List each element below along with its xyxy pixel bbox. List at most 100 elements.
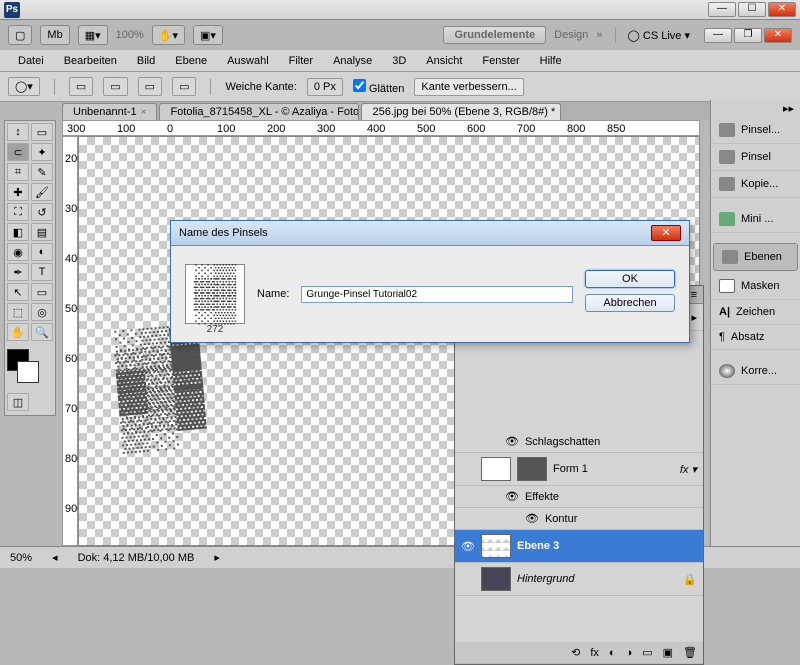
zoom-level[interactable]: 100% bbox=[116, 29, 144, 41]
para-icon: ¶ bbox=[719, 331, 725, 343]
chevron-right-icon[interactable]: ▸ bbox=[691, 311, 697, 324]
menu-auswahl[interactable]: Auswahl bbox=[219, 53, 277, 69]
link-icon[interactable]: ⟲ bbox=[571, 646, 580, 659]
shape-tool[interactable]: ▭ bbox=[31, 283, 53, 301]
dock-minibridge[interactable]: Mini ... bbox=[711, 206, 800, 233]
type-tool[interactable]: T bbox=[31, 263, 53, 281]
screenmode-icon[interactable]: ▣▾ bbox=[193, 25, 223, 45]
path-tool[interactable]: ↖ bbox=[7, 283, 29, 301]
doc-restore-button[interactable]: ❐ bbox=[734, 28, 762, 43]
menu-hilfe[interactable]: Hilfe bbox=[532, 53, 570, 69]
appframe-home-icon[interactable]: ▢ bbox=[8, 25, 32, 45]
tab-fotolia[interactable]: Fotolia_8715458_XL - © Azaliya - Fotolia… bbox=[159, 103, 359, 120]
quickmask-tool[interactable]: ◫ bbox=[7, 393, 29, 411]
stamp-tool[interactable]: ⛶ bbox=[7, 203, 29, 221]
close-icon[interactable]: × bbox=[141, 107, 147, 118]
selection-intersect-icon[interactable]: ▭ bbox=[172, 77, 196, 96]
menu-bild[interactable]: Bild bbox=[129, 53, 163, 69]
menu-filter[interactable]: Filter bbox=[281, 53, 321, 69]
workspace-essentials-button[interactable]: Grundelemente bbox=[443, 26, 546, 44]
move-tool[interactable]: ↕ bbox=[7, 123, 29, 141]
refine-edge-button[interactable]: Kante verbessern... bbox=[414, 78, 523, 96]
3d-cam-tool[interactable]: ◎ bbox=[31, 303, 53, 321]
dock-ebenen[interactable]: Ebenen bbox=[713, 243, 798, 271]
eye-icon[interactable]: 👁 bbox=[505, 490, 519, 503]
hand-icon[interactable]: ✋▾ bbox=[152, 25, 185, 45]
workspace-design-button[interactable]: Design bbox=[554, 29, 588, 41]
ok-button[interactable]: OK bbox=[585, 270, 675, 288]
menu-ansicht[interactable]: Ansicht bbox=[418, 53, 470, 69]
eye-icon[interactable]: 👁 bbox=[461, 540, 475, 553]
cancel-button[interactable]: Abbrechen bbox=[585, 294, 675, 312]
dialog-close-button[interactable]: ✕ bbox=[651, 225, 681, 241]
menu-ebene[interactable]: Ebene bbox=[167, 53, 215, 69]
doc-minimize-button[interactable]: — bbox=[704, 28, 732, 43]
brush-tool[interactable]: 🖌 bbox=[31, 183, 53, 201]
tab-unbenannt[interactable]: Unbenannt-1× bbox=[62, 103, 157, 120]
mask-icon[interactable]: ◐ bbox=[609, 647, 616, 659]
eye-icon[interactable]: 👁 bbox=[505, 435, 519, 448]
menu-fenster[interactable]: Fenster bbox=[474, 53, 527, 69]
layer-ebene3[interactable]: 👁 Ebene 3 bbox=[455, 530, 703, 563]
menu-3d[interactable]: 3D bbox=[384, 53, 414, 69]
layer-form1[interactable]: Form 1 fx ▾ bbox=[455, 453, 703, 486]
effect-kontur[interactable]: Kontur bbox=[545, 513, 577, 525]
antialias-checkbox[interactable]: Glätten bbox=[353, 79, 405, 95]
dock-masken[interactable]: Masken bbox=[711, 273, 800, 300]
history-brush-tool[interactable]: ↺ bbox=[31, 203, 53, 221]
chevron-right-icon[interactable]: ▸ bbox=[214, 551, 220, 564]
tab-256jpg[interactable]: 256.jpg bei 50% (Ebene 3, RGB/8#) *× bbox=[361, 103, 561, 120]
cslive-button[interactable]: CS Live bbox=[643, 30, 682, 42]
horizontal-ruler: 300100 0100 200300 400500 600700 800850 bbox=[62, 120, 700, 136]
new-layer-icon[interactable]: ▣ bbox=[663, 646, 673, 659]
heal-tool[interactable]: ✚ bbox=[7, 183, 29, 201]
menu-datei[interactable]: Datei bbox=[10, 53, 52, 69]
fx-icon[interactable]: fx bbox=[590, 647, 599, 659]
minimize-button[interactable]: — bbox=[708, 2, 736, 17]
hand-tool[interactable]: ✋ bbox=[7, 323, 29, 341]
chevron-left-icon[interactable]: ◂ bbox=[52, 551, 58, 564]
maximize-button[interactable]: ☐ bbox=[738, 2, 766, 17]
menu-bearbeiten[interactable]: Bearbeiten bbox=[56, 53, 125, 69]
arrange-icon[interactable]: ▦▾ bbox=[78, 25, 108, 45]
selection-sub-icon[interactable]: ▭ bbox=[138, 77, 162, 96]
tool-preset-icon[interactable]: ◯▾ bbox=[8, 77, 40, 96]
crop-tool[interactable]: ⌗ bbox=[7, 163, 29, 181]
dodge-tool[interactable]: ◐ bbox=[31, 243, 53, 261]
folder-icon[interactable]: ▭ bbox=[642, 646, 652, 659]
pen-tool[interactable]: ✒ bbox=[7, 263, 29, 281]
dock-korrekturen[interactable]: Korre... bbox=[711, 358, 800, 385]
adjust-icon[interactable]: ◑ bbox=[626, 647, 633, 659]
dock-pinsel[interactable]: Pinsel bbox=[711, 144, 800, 171]
dock-kopierquelle[interactable]: Kopie... bbox=[711, 171, 800, 198]
vertical-ruler: 200300 400500 600700 800900 bbox=[62, 136, 78, 546]
brush-name-input[interactable] bbox=[301, 286, 573, 303]
blur-tool[interactable]: ◉ bbox=[7, 243, 29, 261]
lasso-tool[interactable]: ⊂ bbox=[7, 143, 29, 161]
effect-schlagschatten[interactable]: Schlagschatten bbox=[525, 436, 600, 448]
dock-absatz[interactable]: ¶Absatz bbox=[711, 325, 800, 350]
selection-new-icon[interactable]: ▭ bbox=[69, 77, 93, 96]
doc-close-button[interactable]: ✕ bbox=[764, 28, 792, 43]
close-icon[interactable]: × bbox=[559, 107, 561, 118]
eye-icon[interactable]: 👁 bbox=[525, 512, 539, 525]
status-zoom[interactable]: 50% bbox=[10, 552, 32, 564]
eraser-tool[interactable]: ◧ bbox=[7, 223, 29, 241]
workspace-more-button[interactable]: » bbox=[596, 29, 602, 41]
dock-zeichen[interactable]: A|Zeichen bbox=[711, 300, 800, 325]
zoom-tool[interactable]: 🔍 bbox=[31, 323, 53, 341]
selection-add-icon[interactable]: ▭ bbox=[103, 77, 127, 96]
menu-analyse[interactable]: Analyse bbox=[325, 53, 380, 69]
bridge-icon[interactable]: Mb bbox=[40, 25, 69, 45]
collapse-dock-icon[interactable]: ▸▸ bbox=[711, 100, 800, 117]
dock-pinselvorgaben[interactable]: Pinsel... bbox=[711, 117, 800, 144]
trash-icon[interactable]: 🗑 bbox=[683, 646, 697, 659]
wand-tool[interactable]: ✦ bbox=[31, 143, 53, 161]
effects-label[interactable]: Effekte bbox=[525, 491, 559, 503]
eyedropper-tool[interactable]: ✎ bbox=[31, 163, 53, 181]
feather-value[interactable]: 0 Px bbox=[307, 78, 343, 96]
marquee-tool[interactable]: ▭ bbox=[31, 123, 53, 141]
3d-tool[interactable]: ⬚ bbox=[7, 303, 29, 321]
gradient-tool[interactable]: ▤ bbox=[31, 223, 53, 241]
close-button[interactable]: ✕ bbox=[768, 2, 796, 17]
